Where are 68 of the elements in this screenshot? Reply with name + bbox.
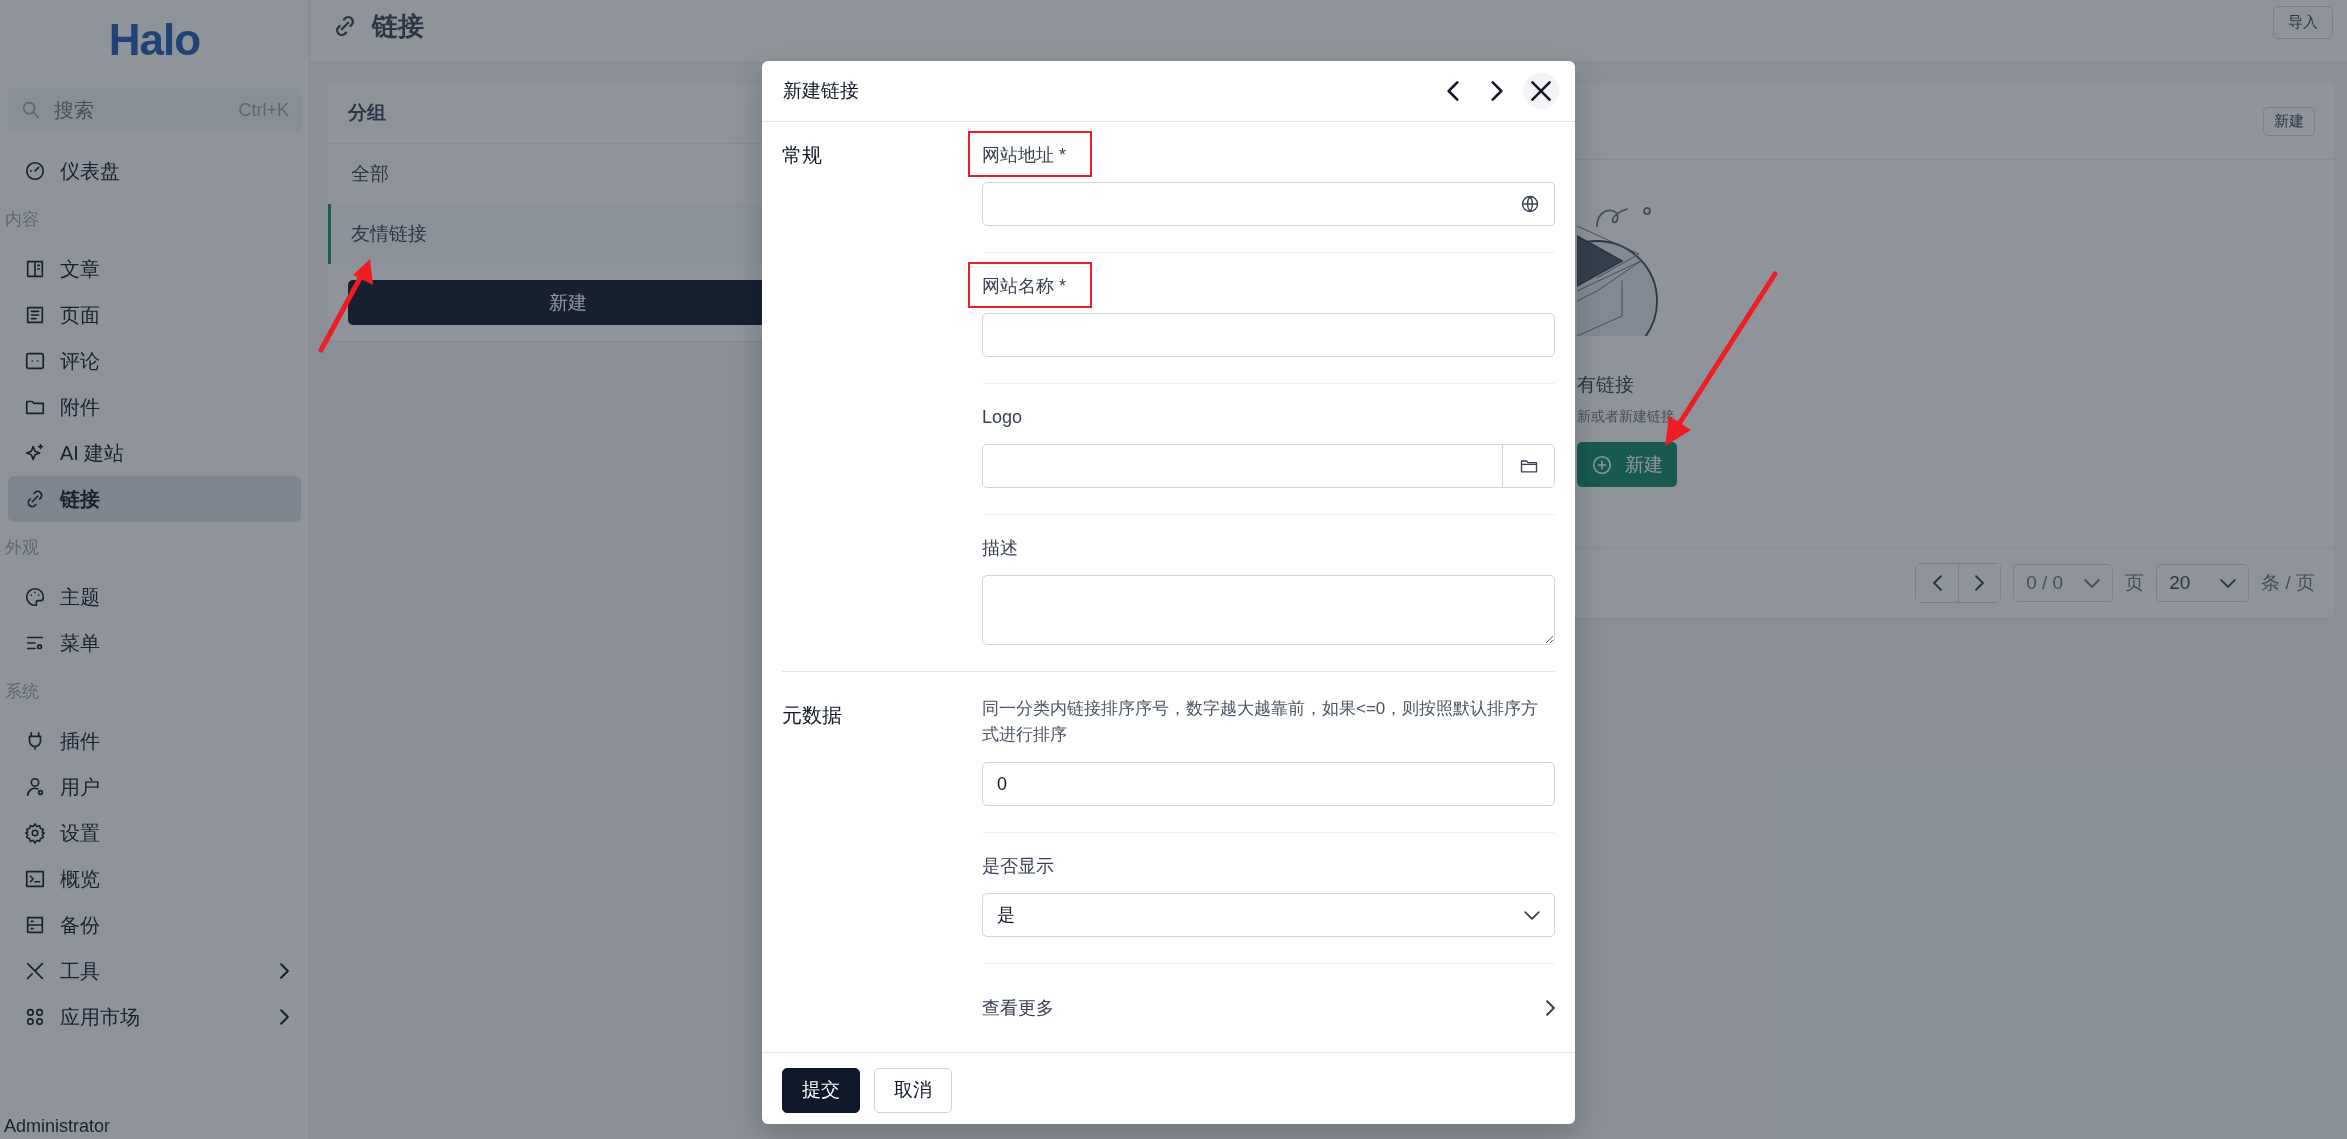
page-size-unit: 条 / 页 — [2261, 571, 2315, 595]
chevron-left-icon — [1932, 575, 1942, 591]
empty-title: 有链接 — [1577, 373, 1634, 397]
cancel-button[interactable]: 取消 — [874, 1067, 952, 1113]
page-title: 链接 — [372, 9, 424, 43]
page-unit: 页 — [2125, 571, 2145, 595]
nav-icon — [24, 350, 46, 372]
field-label: 描述 — [982, 537, 1018, 560]
nav-item[interactable]: 链接 — [8, 476, 301, 522]
url-field[interactable] — [982, 182, 1555, 226]
field-label: 是否显示 — [982, 855, 1054, 878]
chevron-down-icon — [2220, 578, 2237, 588]
nav-icon — [24, 586, 46, 608]
next-page-button[interactable] — [1958, 564, 2001, 602]
chevron-down-icon — [2084, 578, 2101, 588]
nav-icon — [24, 914, 46, 936]
nav-item[interactable]: 仪表盘 — [8, 148, 301, 194]
nav-icon — [24, 1006, 46, 1028]
globe-icon — [1520, 194, 1540, 214]
chevron-down-icon — [1524, 910, 1540, 920]
nav-icon — [24, 776, 46, 798]
user-name: Administrator — [4, 1116, 112, 1138]
field-label: 网站地址 * — [982, 144, 1066, 167]
nav-icon — [24, 304, 46, 326]
nav-item[interactable]: 应用市场 — [8, 994, 301, 1040]
logo-field[interactable] — [982, 444, 1555, 488]
dialog-title: 新建链接 — [783, 79, 859, 103]
nav-icon — [24, 822, 46, 844]
field-label: Logo — [982, 406, 1023, 429]
import-button[interactable]: 导入 — [2273, 5, 2333, 39]
chevron-right-icon — [1546, 1000, 1555, 1016]
logo: Halo — [108, 14, 201, 66]
section-title: 常规 — [782, 143, 823, 168]
section-title: 元数据 — [782, 703, 843, 728]
nav-item[interactable]: 文章 — [8, 246, 301, 292]
name-field[interactable] — [982, 313, 1555, 357]
nav-item[interactable]: 备份 — [8, 902, 301, 948]
nav-item[interactable]: 概览 — [8, 856, 301, 902]
more-link[interactable]: 查看更多 — [982, 984, 1555, 1026]
nav-item[interactable]: 附件 — [8, 384, 301, 430]
visibility-select[interactable]: 是 — [982, 893, 1555, 937]
plus-icon — [1591, 453, 1613, 476]
nav-icon — [24, 868, 46, 890]
priority-field[interactable]: 0 — [982, 762, 1555, 806]
chevron-right-icon — [1975, 575, 1985, 591]
nav-icon — [24, 258, 46, 280]
nav-item[interactable]: 评论 — [8, 338, 301, 384]
nav-item[interactable]: 插件 — [8, 718, 301, 764]
nav-icon — [24, 160, 46, 182]
page-select[interactable]: 0 / 0 — [2013, 564, 2114, 602]
submit-button[interactable]: 提交 — [782, 1067, 860, 1113]
nav-item[interactable]: 用户 — [8, 764, 301, 810]
new-link-button[interactable]: 新建 — [2263, 106, 2315, 136]
description-field[interactable] — [982, 575, 1555, 645]
nav-icon — [24, 960, 46, 982]
nav-item[interactable]: 页面 — [8, 292, 301, 338]
nav-item[interactable]: AI 建站 — [8, 430, 301, 476]
page-size-select[interactable]: 20 — [2156, 564, 2250, 602]
search-icon — [20, 99, 42, 121]
nav-item[interactable]: 工具 — [8, 948, 301, 994]
nav-item[interactable]: 设置 — [8, 810, 301, 856]
field-label: 网站名称 * — [982, 275, 1066, 298]
field-help: 同一分类内链接排序序号，数字越大越靠前，如果<=0，则按照默认排序方式进行排序 — [982, 698, 1540, 746]
new-link-button[interactable]: 新建 — [1577, 442, 1677, 487]
nav-item[interactable]: 菜单 — [8, 620, 301, 666]
nav-item[interactable]: 主题 — [8, 574, 301, 620]
close-icon — [1531, 81, 1551, 101]
close-button[interactable] — [1523, 73, 1559, 109]
